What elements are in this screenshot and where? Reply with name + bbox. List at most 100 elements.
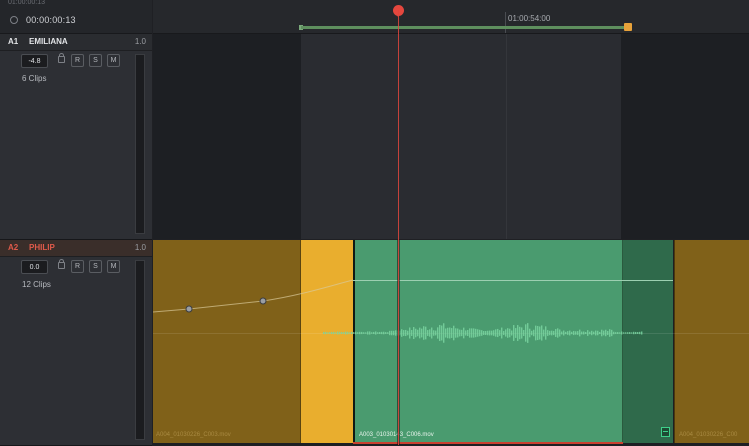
waveform-bar	[425, 326, 427, 340]
waveform-bar	[461, 329, 463, 337]
waveform-bar	[549, 330, 551, 336]
clock-icon[interactable]	[10, 16, 18, 24]
waveform-bar	[375, 331, 377, 335]
audio-meter	[135, 54, 145, 234]
waveform-bar	[371, 332, 373, 334]
waveform-bar	[547, 330, 549, 336]
waveform-bar	[411, 330, 413, 336]
waveform-bar	[345, 331, 347, 335]
waveform-bar	[481, 330, 483, 336]
waveform-bar	[605, 329, 607, 337]
waveform-bar	[575, 331, 577, 335]
waveform-bar	[637, 332, 639, 334]
waveform-bar	[477, 329, 479, 337]
waveform-bar	[553, 330, 555, 336]
in-out-range-bar[interactable]	[301, 26, 625, 29]
waveform-bar	[381, 331, 383, 335]
waveform-bar	[359, 331, 361, 335]
waveform-bar	[401, 329, 403, 337]
linked-clip-icon[interactable]	[661, 427, 670, 437]
waveform-bar	[439, 324, 441, 342]
track-name[interactable]: EMILIANA	[29, 37, 68, 46]
waveform-bar	[541, 325, 543, 341]
waveform-bar	[471, 328, 473, 338]
track-volume-field[interactable]: 0.0	[21, 260, 48, 274]
track-lane-a2[interactable]: A004_01030226_C003.mov A003_01030143_C00…	[153, 240, 749, 445]
waveform-bar	[627, 332, 629, 334]
waveform-bar	[435, 330, 437, 336]
waveform-bar	[543, 329, 545, 337]
track-header-a1[interactable]: A1 EMILIANA 1.0 -4.8 R S M 6 Clips	[0, 34, 152, 240]
waveform-bar	[389, 330, 391, 336]
track-name[interactable]: PHILIP	[29, 243, 55, 252]
waveform-bar	[379, 331, 381, 335]
lock-icon[interactable]	[58, 259, 65, 269]
track-header-a2[interactable]: A2 PHILIP 1.0 0.0 R S M 12 Clips	[0, 240, 152, 446]
waveform-bar	[563, 330, 565, 336]
waveform-bar	[417, 329, 419, 337]
waveform-bar	[405, 329, 407, 337]
waveform-bar	[551, 330, 553, 336]
waveform-bar	[581, 331, 583, 335]
waveform-bar	[467, 329, 469, 337]
waveform-bar	[609, 329, 611, 337]
out-point-marker[interactable]	[624, 23, 632, 31]
waveform-bar	[585, 331, 587, 335]
waveform-bar	[595, 330, 597, 336]
mute-button[interactable]: M	[107, 260, 120, 273]
waveform-bar	[383, 331, 385, 335]
waveform-bar	[373, 331, 375, 335]
waveform-bar	[631, 332, 633, 334]
waveform-bar	[423, 326, 425, 340]
track-lane-a1[interactable]	[153, 34, 749, 239]
track-id: A2	[8, 243, 19, 252]
waveform-bar	[469, 328, 471, 338]
record-arm-button[interactable]: R	[71, 54, 84, 67]
solo-button[interactable]: S	[89, 54, 102, 67]
track-id: A1	[8, 37, 19, 46]
waveform-bar	[527, 323, 529, 343]
keyframe-handle	[185, 305, 193, 313]
waveform-bar	[517, 325, 519, 341]
waveform-bar	[393, 330, 395, 336]
lock-icon[interactable]	[58, 53, 65, 63]
mute-button[interactable]: M	[107, 54, 120, 67]
waveform-bar	[409, 327, 411, 339]
solo-button[interactable]: S	[89, 260, 102, 273]
track-volume-field[interactable]: -4.8	[21, 54, 48, 68]
waveform-bar	[331, 331, 333, 335]
clip-selection-bar	[353, 442, 623, 444]
waveform-bar	[455, 328, 457, 338]
playhead-line[interactable]	[398, 10, 399, 445]
timecode-bar: 01:00:00:13 00:00:00:13	[0, 0, 152, 34]
waveform-bar	[367, 331, 369, 335]
record-arm-button[interactable]: R	[71, 260, 84, 273]
waveform-bar	[545, 326, 547, 340]
waveform-bar	[583, 331, 585, 335]
waveform-bar	[327, 332, 329, 334]
timecode-subtitle: 01:00:00:13	[8, 0, 45, 6]
waveform-bar	[531, 330, 533, 336]
waveform-bar	[571, 331, 573, 335]
waveform-bar	[613, 331, 615, 335]
keyframe-handle	[259, 297, 267, 305]
waveform-bar	[437, 327, 439, 339]
waveform-bar	[625, 332, 627, 334]
ruler-tick	[505, 12, 506, 33]
waveform-bar	[333, 331, 335, 335]
waveform-bar	[525, 324, 527, 342]
waveform-bar	[491, 330, 493, 336]
waveform-bar	[523, 329, 525, 337]
waveform-bar	[619, 332, 621, 334]
timecode-display[interactable]: 00:00:00:13	[26, 15, 76, 25]
waveform-bar	[641, 331, 643, 335]
timeline-ruler[interactable]: 01:00:54:00	[153, 0, 749, 34]
waveform-bar	[505, 329, 507, 337]
waveform-bar	[361, 331, 363, 335]
waveform-bar	[475, 328, 477, 338]
waveform-bar	[407, 330, 409, 336]
waveform-bar	[429, 329, 431, 337]
waveform-bar	[459, 329, 461, 337]
waveform-bar	[593, 331, 595, 335]
waveform-bar	[555, 329, 557, 337]
